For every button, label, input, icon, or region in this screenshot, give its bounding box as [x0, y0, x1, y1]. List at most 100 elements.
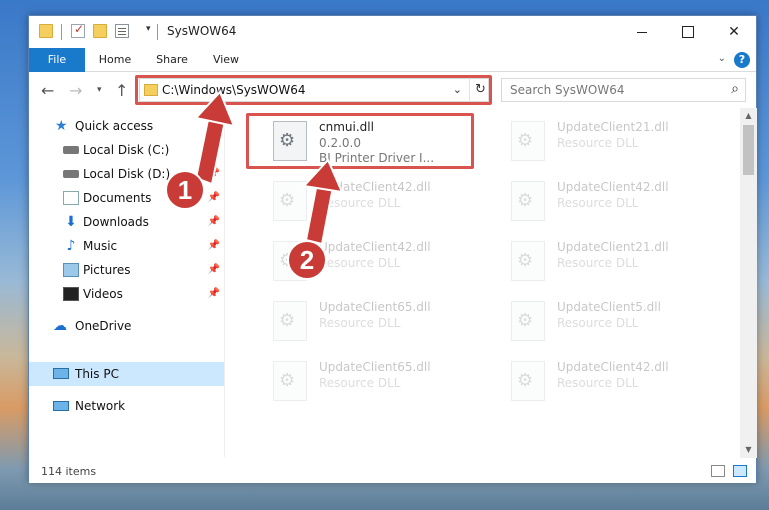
sidebar-item-label: Downloads [83, 215, 149, 229]
pin-icon[interactable]: 📌 [208, 168, 220, 179]
tab-file[interactable]: File [29, 48, 85, 72]
sidebar-item-label: This PC [75, 367, 119, 381]
file-name: UpdateClient42.dll [319, 240, 431, 254]
scroll-up-icon[interactable]: ▲ [740, 108, 757, 124]
sidebar-item-label: Pictures [83, 263, 131, 277]
window-title: SysWOW64 [167, 24, 237, 38]
sidebar-item-label: Videos [83, 287, 123, 301]
sidebar-item-music[interactable]: ♪ Music 📌 [29, 234, 224, 258]
pin-icon[interactable]: 📌 [208, 192, 220, 203]
file-description: Resource DLL [319, 196, 401, 210]
dll-file-icon [511, 121, 545, 161]
pin-icon[interactable]: 📌 [208, 240, 220, 251]
up-arrow-icon[interactable]: ↑ [115, 81, 128, 100]
file-highlight-box [246, 113, 474, 169]
sidebar-item-videos[interactable]: Videos 📌 [29, 282, 224, 306]
large-icons-view-icon[interactable] [733, 465, 747, 477]
scroll-thumb[interactable] [743, 125, 754, 175]
pin-icon[interactable]: 📌 [208, 288, 220, 299]
file-tile[interactable]: UpdateClient65.dll Resource DLL [251, 291, 481, 347]
tab-home[interactable]: Home [91, 48, 139, 72]
sidebar-item-pictures[interactable]: Pictures 📌 [29, 258, 224, 282]
file-description: Resource DLL [557, 316, 639, 330]
drive-icon [63, 170, 79, 178]
chevron-down-icon[interactable]: ▾ [146, 24, 151, 34]
file-tile[interactable]: UpdateClient42.dll Resource DLL [251, 231, 481, 287]
back-arrow-icon[interactable]: ← [41, 81, 54, 100]
new-folder-icon[interactable] [93, 24, 107, 38]
scroll-down-icon[interactable]: ▼ [740, 442, 757, 458]
file-name: UpdateClient5.dll [557, 300, 661, 314]
divider [61, 24, 62, 40]
sidebar-item-label: Quick access [75, 119, 154, 133]
search-input[interactable]: Search SysWOW64 ⌕ [501, 78, 746, 102]
dll-file-icon [511, 181, 545, 221]
forward-arrow-icon[interactable]: → [69, 81, 82, 100]
tab-view[interactable]: View [205, 48, 247, 72]
dll-file-icon [273, 301, 307, 341]
maximize-button[interactable] [665, 16, 711, 48]
sidebar-item-network[interactable]: Network [29, 394, 224, 418]
folder-icon [39, 24, 53, 38]
close-button[interactable]: ✕ [711, 16, 757, 48]
sidebar-item-this-pc[interactable]: This PC [29, 362, 224, 386]
step-marker-1: 1 [165, 170, 205, 210]
navigation-bar: ← → ▾ ↑ C:\Windows\SysWOW64 ⌄ ↻ Search S… [29, 73, 756, 107]
pin-icon[interactable]: 📌 [208, 264, 220, 275]
file-name: UpdateClient21.dll [557, 240, 669, 254]
sidebar-item-local-disk-c[interactable]: Local Disk (C:) 📌 [29, 138, 224, 162]
expand-ribbon-icon[interactable]: ⌄ [718, 53, 726, 64]
file-tile[interactable]: UpdateClient65.dll Resource DLL [251, 351, 481, 407]
divider [157, 24, 158, 40]
dll-file-icon [273, 361, 307, 401]
file-tile[interactable]: UpdateClient21.dll Resource DLL [489, 231, 719, 287]
search-icon[interactable]: ⌕ [731, 81, 739, 97]
file-description: Resource DLL [557, 196, 639, 210]
properties-check-icon[interactable] [71, 22, 85, 38]
sidebar-item-label: Local Disk (C:) [83, 143, 170, 157]
file-tile[interactable]: UpdateClient42.dll Resource DLL [489, 171, 719, 227]
pin-icon[interactable]: 📌 [208, 144, 220, 155]
dll-file-icon [273, 181, 307, 221]
cloud-icon: ☁ [53, 318, 67, 334]
file-name: UpdateClient65.dll [319, 300, 431, 314]
tab-share[interactable]: Share [149, 48, 195, 72]
file-tile[interactable]: UpdateClient42.dll Resource DLL [489, 351, 719, 407]
computer-icon [53, 368, 69, 379]
minimize-button[interactable] [619, 16, 665, 48]
file-description: Resource DLL [557, 256, 639, 270]
file-tile[interactable]: UpdateClient42.dll Resource DLL [251, 171, 481, 227]
help-icon[interactable]: ? [734, 52, 750, 68]
item-count: 114 items [41, 465, 97, 478]
ribbon-tabs: File Home Share View ⌄ ? [29, 48, 756, 72]
address-highlight-box [135, 75, 492, 105]
vertical-scrollbar[interactable]: ▲ ▼ [740, 108, 757, 458]
sidebar-item-quick-access[interactable]: ★ Quick access [29, 114, 224, 138]
properties-icon[interactable] [115, 24, 129, 38]
pictures-icon [63, 263, 79, 277]
file-name: UpdateClient65.dll [319, 360, 431, 374]
file-name: UpdateClient42.dll [319, 180, 431, 194]
file-name: UpdateClient42.dll [557, 180, 669, 194]
file-description: Resource DLL [557, 136, 639, 150]
file-description: Resource DLL [319, 256, 401, 270]
file-tile[interactable]: UpdateClient5.dll Resource DLL [489, 291, 719, 347]
step-marker-2: 2 [287, 240, 327, 280]
pane-divider[interactable] [224, 112, 225, 457]
sidebar-item-label: Network [75, 399, 126, 413]
sidebar-item-label: Music [83, 239, 118, 253]
sidebar-item-label: OneDrive [75, 319, 132, 333]
sidebar-item-downloads[interactable]: ⬇ Downloads 📌 [29, 210, 224, 234]
file-name: UpdateClient21.dll [557, 120, 669, 134]
file-description: Resource DLL [319, 316, 401, 330]
network-icon [53, 401, 69, 411]
pin-icon[interactable]: 📌 [208, 216, 220, 227]
status-bar: 114 items [29, 461, 756, 483]
search-placeholder: Search SysWOW64 [510, 83, 625, 97]
star-icon: ★ [55, 118, 68, 134]
details-view-icon[interactable] [711, 465, 725, 477]
download-icon: ⬇ [65, 214, 77, 230]
recent-locations-chevron-icon[interactable]: ▾ [97, 85, 102, 95]
sidebar-item-onedrive[interactable]: ☁ OneDrive [29, 314, 224, 338]
file-tile[interactable]: UpdateClient21.dll Resource DLL [489, 111, 719, 167]
